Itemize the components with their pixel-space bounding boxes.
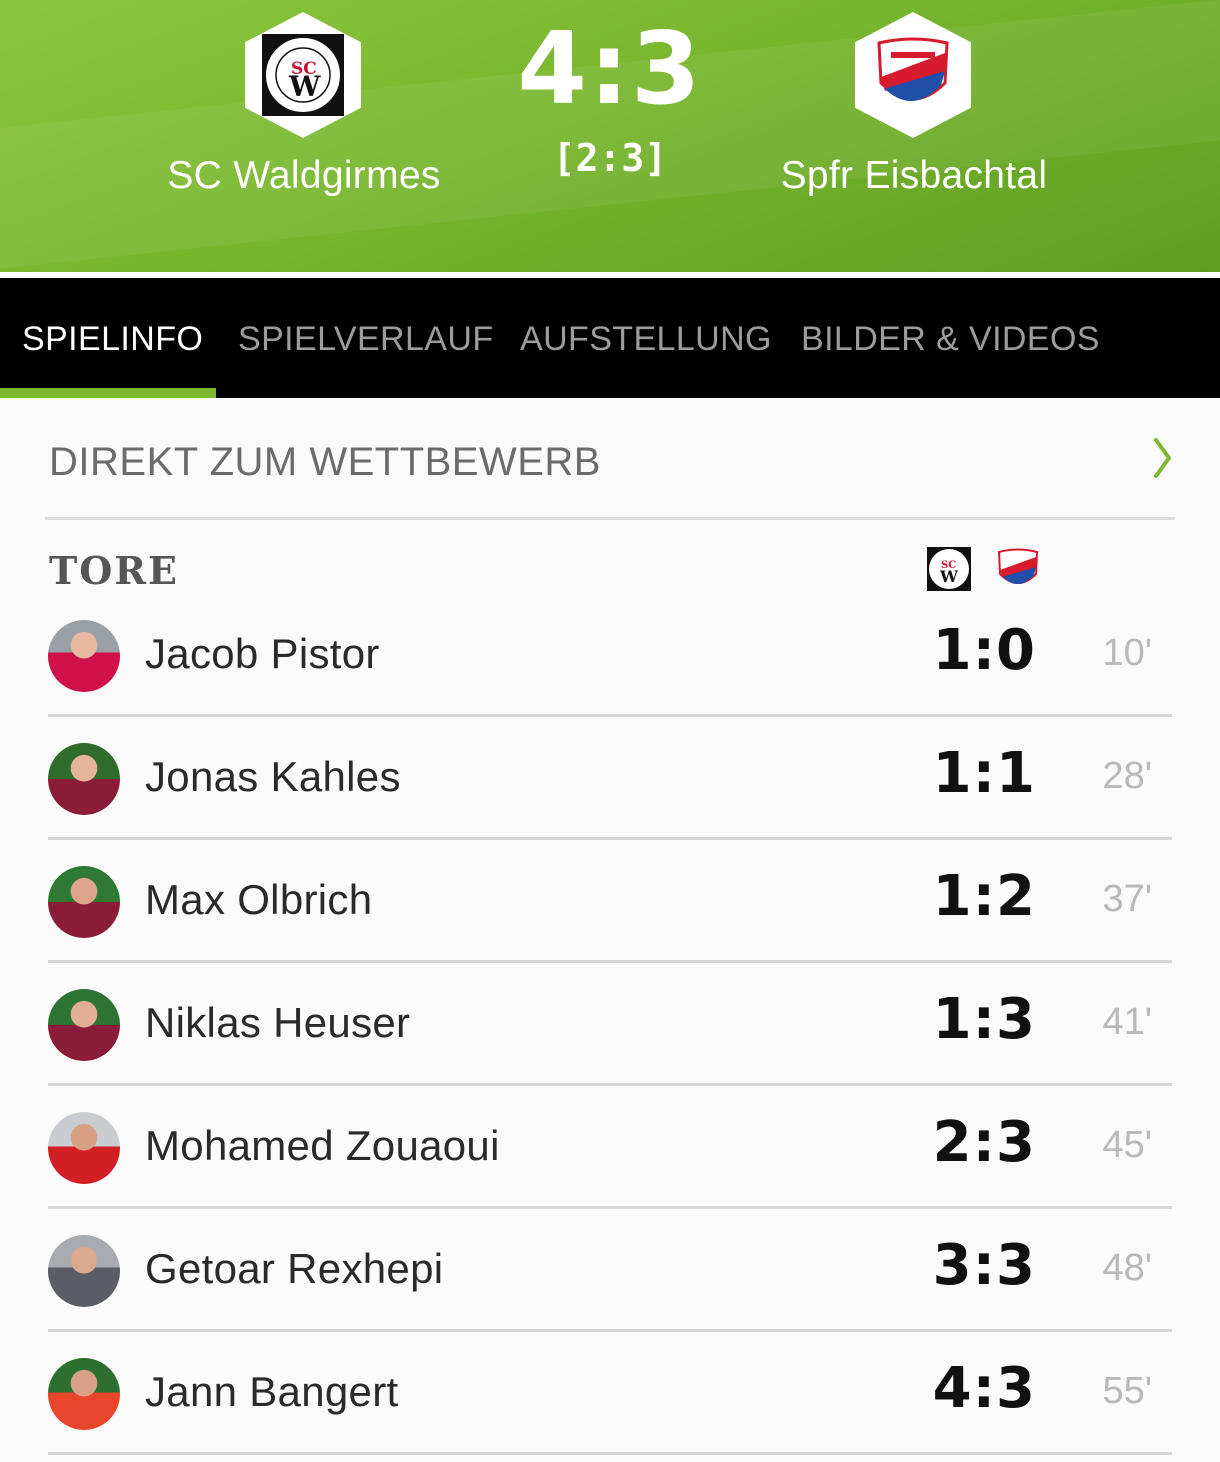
- player-avatar: [48, 1235, 120, 1307]
- svg-text:W: W: [288, 70, 321, 103]
- tab-bar: SPIELINFO SPIELVERLAUF AUFSTELLUNG BILDE…: [0, 278, 1220, 398]
- goal-scorer-name: Jacob Pistor: [145, 630, 380, 677]
- competition-link-label: DIREKT ZUM WETTBEWERB: [49, 440, 601, 484]
- goal-scorer-name: Jonas Kahles: [145, 753, 401, 800]
- goal-score: 3:3: [932, 1233, 1036, 1298]
- goal-scorer-name: Getoar Rexhepi: [145, 1245, 444, 1292]
- goal-score: 1:0: [932, 618, 1036, 683]
- home-team-name[interactable]: SC Waldgirmes: [104, 154, 504, 198]
- svg-text:W: W: [939, 567, 959, 586]
- goal-score: 2:3: [932, 1110, 1036, 1175]
- goal-score: 1:3: [932, 987, 1036, 1052]
- final-score: 4:3: [517, 10, 703, 127]
- chevron-right-icon: [1154, 438, 1171, 478]
- goal-row[interactable]: Max Olbrich 1:2 37': [48, 840, 1172, 963]
- goals-section-title: TORE: [49, 548, 179, 593]
- goal-minute: 10': [1102, 632, 1152, 674]
- goal-score: 4:3: [932, 1356, 1036, 1421]
- competition-link[interactable]: DIREKT ZUM WETTBEWERB: [45, 398, 1175, 520]
- goal-row[interactable]: Jacob Pistor 1:0 10': [48, 594, 1172, 717]
- tab-spielinfo[interactable]: SPIELINFO: [22, 278, 203, 398]
- goal-minute: 45': [1102, 1124, 1152, 1166]
- goal-row[interactable]: Getoar Rexhepi 3:3 48': [48, 1209, 1172, 1332]
- tab-spielverlauf[interactable]: SPIELVERLAUF: [238, 278, 493, 398]
- player-avatar: [48, 620, 120, 692]
- player-avatar: [48, 989, 120, 1061]
- goal-score: 1:2: [932, 864, 1036, 929]
- active-tab-indicator: [0, 388, 216, 398]
- home-team-mini-crest-icon: SC W: [926, 546, 972, 592]
- player-avatar: [48, 866, 120, 938]
- goal-scorer-name: Jann Bangert: [145, 1368, 399, 1415]
- tab-bilder-videos[interactable]: BILDER & VIDEOS: [801, 278, 1100, 398]
- tab-aufstellung[interactable]: AUFSTELLUNG: [520, 278, 772, 398]
- away-team-mini-crest-icon: [995, 546, 1041, 592]
- goal-row[interactable]: Jonas Kahles 1:1 28': [48, 717, 1172, 840]
- goal-scorer-name: Mohamed Zouaoui: [145, 1122, 500, 1169]
- goal-row[interactable]: Mohamed Zouaoui 2:3 45': [48, 1086, 1172, 1209]
- player-avatar: [48, 1358, 120, 1430]
- goal-minute: 55': [1102, 1370, 1152, 1412]
- match-header: SC W SC Waldgirmes 4:3 [2:3] Spfr Eisbac…: [0, 0, 1220, 272]
- goal-minute: 41': [1102, 1001, 1152, 1043]
- player-avatar: [48, 743, 120, 815]
- goal-score: 1:1: [932, 741, 1036, 806]
- goal-scorer-name: Niklas Heuser: [145, 999, 411, 1046]
- goal-minute: 48': [1102, 1247, 1152, 1289]
- away-team-name[interactable]: Spfr Eisbachtal: [714, 154, 1114, 198]
- goal-row[interactable]: Jann Bangert 4:3 55': [48, 1332, 1172, 1455]
- goal-minute: 37': [1102, 878, 1152, 920]
- player-avatar: [48, 1112, 120, 1184]
- goal-scorer-name: Max Olbrich: [145, 876, 373, 923]
- goal-minute: 28': [1102, 755, 1152, 797]
- goal-row[interactable]: Niklas Heuser 1:3 41': [48, 963, 1172, 1086]
